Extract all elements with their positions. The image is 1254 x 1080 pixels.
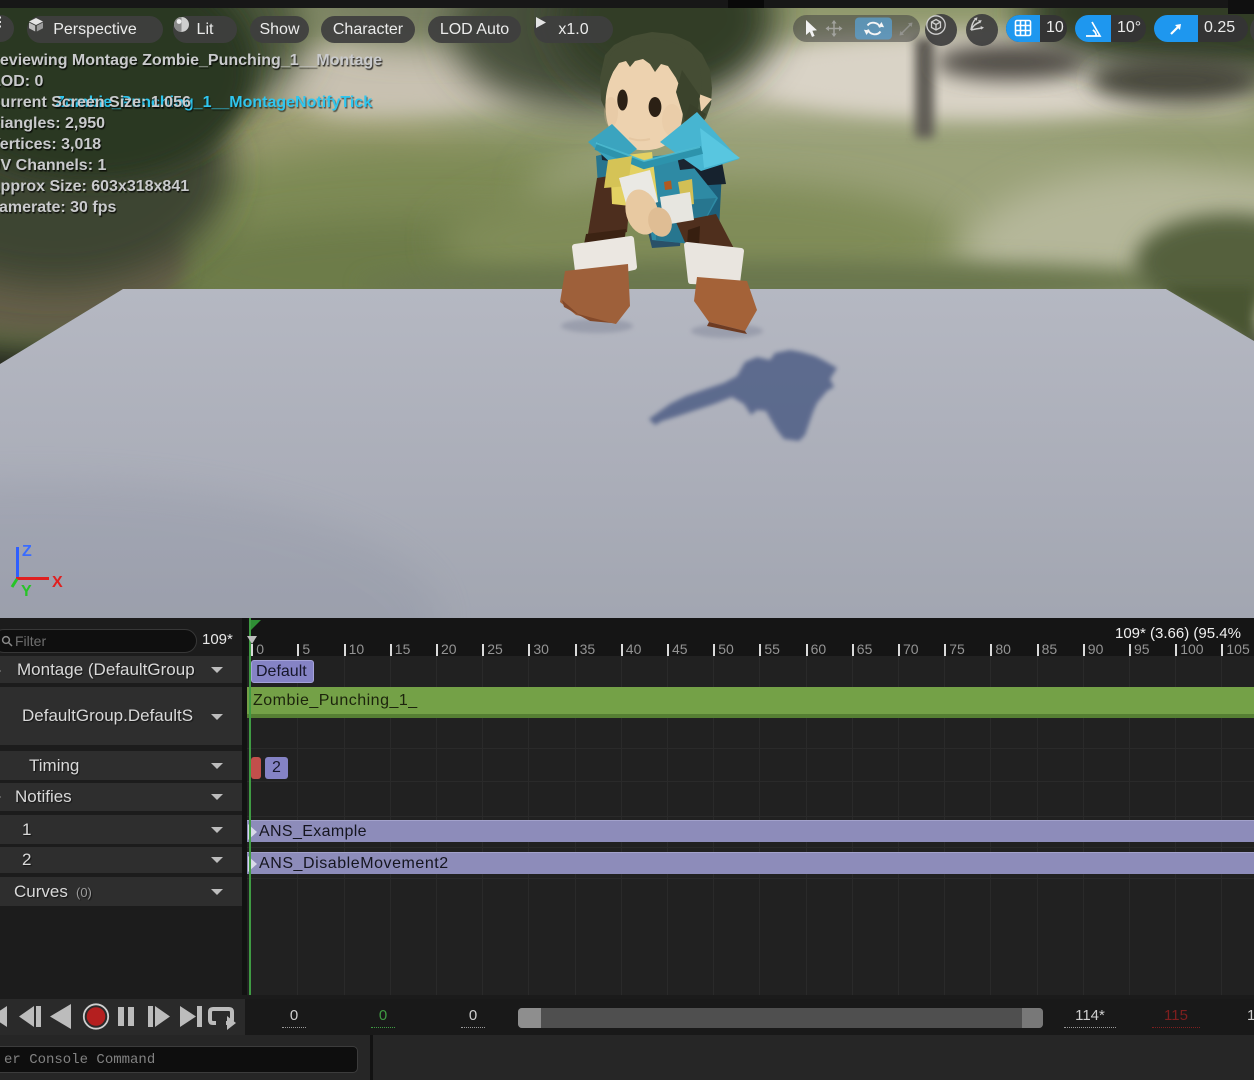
- svg-text:Z: Z: [22, 543, 32, 560]
- svg-text:X: X: [52, 574, 63, 591]
- svg-text:Y: Y: [21, 583, 32, 600]
